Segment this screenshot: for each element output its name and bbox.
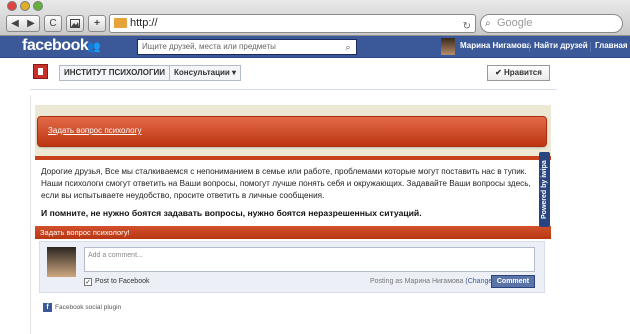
- page-logo[interactable]: [33, 64, 48, 79]
- facebook-search-input[interactable]: Ищите друзей, места или предметы ⌕: [137, 39, 357, 55]
- close-window-button[interactable]: [7, 1, 17, 11]
- find-friends-link[interactable]: Найти друзей: [534, 41, 588, 50]
- reload-small-icon[interactable]: ↻: [463, 18, 471, 35]
- powered-by-badge[interactable]: Powered by iwipa: [539, 152, 550, 227]
- back-arrow-icon[interactable]: ◀: [7, 16, 23, 31]
- home-link[interactable]: Главная: [595, 41, 628, 50]
- browser-toolbar: ◀ ▶ C + http:// ↻ ⌕ Google: [0, 0, 630, 36]
- ask-question-link[interactable]: Задать вопрос психологу: [48, 126, 141, 135]
- user-avatar[interactable]: [441, 38, 455, 55]
- page-header: ИНСТИТУТ ПСИХОЛОГИИ Консультации ▾ ✔ Нра…: [30, 58, 557, 90]
- breadcrumb-tab-dropdown[interactable]: Консультации ▾: [170, 66, 240, 80]
- facebook-top-bar: facebook 👥 Ищите друзей, места или предм…: [0, 36, 630, 58]
- forward-arrow-icon[interactable]: ▶: [23, 16, 39, 31]
- like-button[interactable]: ✔ Нравится: [487, 65, 550, 81]
- search-icon[interactable]: ⌕: [341, 40, 355, 54]
- ask-question-button[interactable]: Задать вопрос психологу: [37, 116, 547, 147]
- facebook-icon: f: [43, 303, 52, 312]
- facebook-search-placeholder: Ищите друзей, места или предметы: [142, 42, 276, 51]
- nav-divider: [590, 42, 591, 52]
- post-to-facebook-label: Post to Facebook: [95, 278, 150, 285]
- minimize-window-button[interactable]: [20, 1, 30, 11]
- posting-as-text: Posting as Марина Нигамова (Change): [370, 278, 495, 285]
- comment-box: Add a comment... ✓ Post to Facebook Post…: [39, 241, 545, 293]
- social-plugin-label[interactable]: Facebook social plugin: [55, 304, 121, 311]
- reload-button[interactable]: C: [44, 15, 62, 32]
- plus-icon: +: [94, 18, 100, 29]
- motto-text: И помните, не нужно боятся задавать вопр…: [41, 208, 422, 218]
- intro-text: Дорогие друзья, Все мы сталкиваемся с не…: [41, 167, 531, 200]
- profile-link[interactable]: Марина Нигамова: [460, 41, 531, 50]
- facebook-logo[interactable]: facebook: [22, 37, 89, 55]
- browser-search-field[interactable]: ⌕ Google: [480, 14, 623, 33]
- friend-requests-icon[interactable]: 👥: [87, 41, 103, 53]
- snapshot-button[interactable]: [66, 15, 84, 32]
- add-bookmark-button[interactable]: +: [88, 15, 106, 32]
- comment-input[interactable]: Add a comment...: [84, 247, 535, 272]
- breadcrumb-page[interactable]: ИНСТИТУТ ПСИХОЛОГИИ: [60, 66, 169, 80]
- post-to-facebook-checkbox[interactable]: ✓: [84, 278, 92, 286]
- nav-divider: [529, 42, 530, 52]
- breadcrumb: ИНСТИТУТ ПСИХОЛОГИИ Консультации ▾: [59, 65, 242, 81]
- zoom-window-button[interactable]: [33, 1, 43, 11]
- browser-search-placeholder: Google: [497, 17, 533, 29]
- posting-as-label: Posting as Марина Нигамова: [370, 278, 464, 285]
- search-icon: ⌕: [485, 18, 491, 29]
- address-bar[interactable]: http:// ↻: [109, 14, 476, 33]
- section-header-label: Задать вопрос психологу!: [40, 228, 130, 237]
- back-forward-buttons[interactable]: ◀ ▶: [6, 15, 40, 32]
- notification-icons[interactable]: 👥: [87, 40, 103, 53]
- address-text: http://: [130, 17, 158, 29]
- social-plugin-credit: f Facebook social plugin: [43, 303, 121, 312]
- reload-icon: C: [49, 18, 57, 29]
- divider: [35, 156, 551, 160]
- comment-button[interactable]: Comment: [491, 275, 535, 288]
- section-header: Задать вопрос психологу!: [35, 226, 551, 239]
- divider: [30, 89, 557, 90]
- image-icon: [70, 19, 80, 28]
- avatar: [47, 247, 76, 277]
- app-frame: Задать вопрос психологу Дорогие друзья, …: [30, 95, 557, 334]
- folder-icon: [114, 18, 127, 28]
